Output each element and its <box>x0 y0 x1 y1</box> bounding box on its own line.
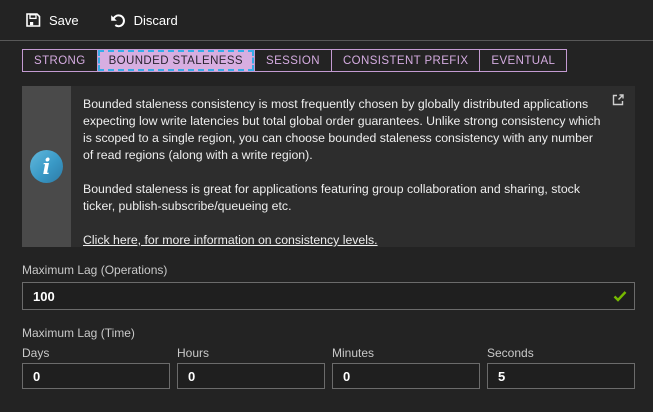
max-lag-operations-label: Maximum Lag (Operations) <box>22 263 168 277</box>
discard-button-label: Discard <box>133 12 178 28</box>
more-info-link[interactable]: Click here, for more information on cons… <box>83 233 378 247</box>
save-button-label: Save <box>49 12 79 28</box>
max-lag-time-label: Maximum Lag (Time) <box>22 326 135 340</box>
days-label: Days <box>22 346 50 360</box>
seconds-label: Seconds <box>487 346 534 360</box>
tab-strong[interactable]: STRONG <box>22 49 98 72</box>
command-bar: Save Discard <box>0 0 653 41</box>
seconds-field: Seconds <box>487 346 635 389</box>
minutes-input[interactable] <box>332 363 480 389</box>
hours-field: Hours <box>177 346 325 389</box>
max-lag-time-section: Maximum Lag (Time) Days Hours Minutes Se… <box>22 326 635 389</box>
days-input[interactable] <box>22 363 170 389</box>
discard-button[interactable]: Discard <box>109 12 178 29</box>
discard-undo-icon <box>109 12 126 29</box>
tab-session[interactable]: SESSION <box>254 49 332 72</box>
external-link-icon[interactable] <box>611 93 625 107</box>
tab-eventual[interactable]: EVENTUAL <box>479 49 568 72</box>
info-panel-text: Bounded staleness consistency is most fr… <box>71 86 635 247</box>
hours-label: Hours <box>177 346 210 360</box>
info-paragraph-1: Bounded staleness consistency is most fr… <box>83 97 601 162</box>
save-button[interactable]: Save <box>25 12 79 28</box>
tab-bounded-staleness[interactable]: BOUNDED STALENESS <box>96 49 256 72</box>
valid-checkmark-icon <box>612 288 628 304</box>
info-panel: i Bounded staleness consistency is most … <box>22 86 635 247</box>
tab-consistent-prefix[interactable]: CONSISTENT PREFIX <box>330 49 481 72</box>
max-lag-operations-input[interactable] <box>22 282 635 310</box>
info-paragraph-2: Bounded staleness is great for applicati… <box>83 182 580 213</box>
hours-input[interactable] <box>177 363 325 389</box>
save-icon <box>25 12 41 28</box>
max-lag-operations-section: Maximum Lag (Operations) <box>22 263 635 310</box>
days-field: Days <box>22 346 170 389</box>
minutes-field: Minutes <box>332 346 480 389</box>
consistency-level-tabs: STRONG BOUNDED STALENESS SESSION CONSIST… <box>22 49 653 72</box>
minutes-label: Minutes <box>332 346 375 360</box>
seconds-input[interactable] <box>487 363 635 389</box>
info-panel-strip: i <box>22 86 71 247</box>
info-icon: i <box>30 150 63 183</box>
